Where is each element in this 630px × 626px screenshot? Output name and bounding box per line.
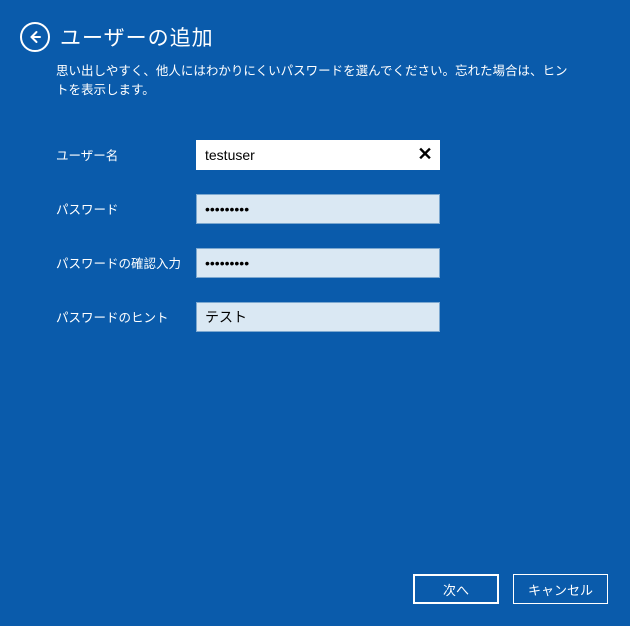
back-button[interactable] xyxy=(20,22,50,52)
hint-input[interactable] xyxy=(196,302,440,332)
user-form: ユーザー名 ✕ パスワード パスワードの確認入力 パスワードのヒント xyxy=(0,100,630,332)
hint-label: パスワードのヒント xyxy=(56,307,196,326)
next-button[interactable]: 次へ xyxy=(413,574,499,604)
page-title: ユーザーの追加 xyxy=(60,22,214,52)
page-description: 思い出しやすく、他人にはわかりにくいパスワードを選んでください。忘れた場合は、ヒ… xyxy=(0,62,630,100)
password-label: パスワード xyxy=(56,199,196,218)
username-label: ユーザー名 xyxy=(56,145,196,164)
password-confirm-input[interactable] xyxy=(196,248,440,278)
clear-username-button[interactable]: ✕ xyxy=(410,140,440,170)
close-icon: ✕ xyxy=(417,144,432,165)
password-confirm-label: パスワードの確認入力 xyxy=(56,253,196,272)
cancel-button[interactable]: キャンセル xyxy=(513,574,608,604)
password-input[interactable] xyxy=(196,194,440,224)
arrow-left-icon xyxy=(28,30,42,44)
username-input[interactable] xyxy=(196,140,440,170)
